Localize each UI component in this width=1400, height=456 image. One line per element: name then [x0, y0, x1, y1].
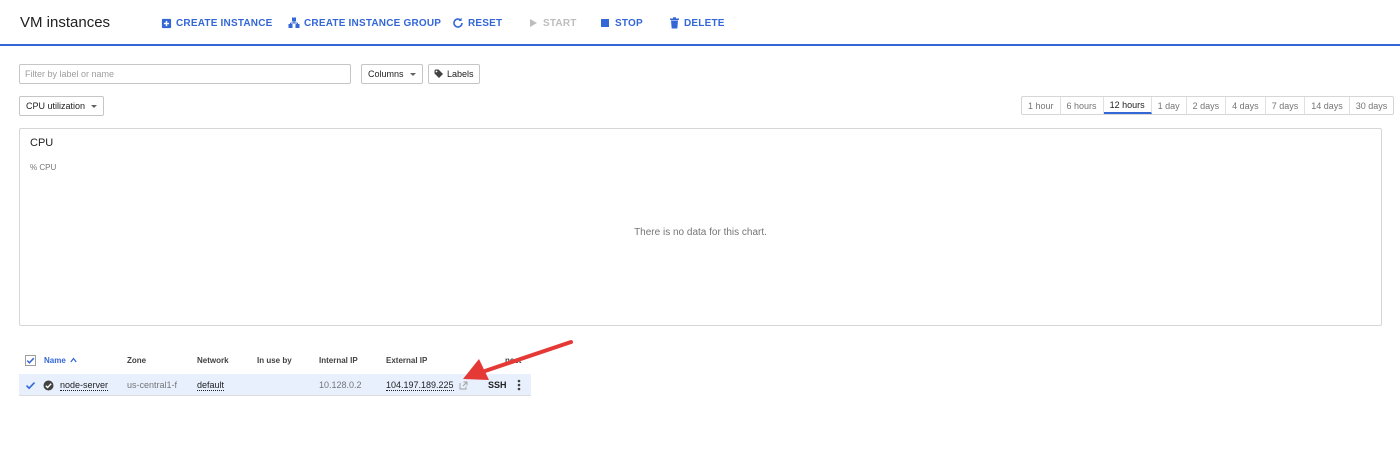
instance-group-icon [288, 17, 300, 29]
stop-label: STOP [615, 17, 643, 29]
time-range-2-days[interactable]: 2 days [1187, 97, 1227, 114]
time-range-selector: 1 hour 6 hours 12 hours 1 day 2 days 4 days 7 … [1021, 96, 1395, 115]
start-button[interactable]: START [527, 15, 577, 31]
create-instance-label: CREATE INSTANCE [176, 17, 273, 29]
metric-select-value: CPU utilization [26, 101, 86, 111]
time-range-1-hour[interactable]: 1 hour [1022, 97, 1061, 114]
refresh-icon [452, 17, 464, 29]
time-range-30-days[interactable]: 30 days [1350, 97, 1394, 114]
sort-ascending-icon [70, 356, 77, 365]
page-header: VM instances CREATE INSTANCE CREATE INST… [0, 0, 1400, 46]
instance-network-link[interactable]: default [197, 380, 225, 391]
filter-input[interactable] [19, 64, 351, 84]
time-range-4-days[interactable]: 4 days [1226, 97, 1266, 114]
create-instance-group-label: CREATE INSTANCE GROUP [304, 17, 442, 29]
column-header-name[interactable]: Name [44, 356, 77, 365]
row-checkbox[interactable] [24, 379, 36, 391]
instance-external-ip-link[interactable]: 104.197.189.225 [386, 380, 454, 391]
create-instance-button[interactable]: CREATE INSTANCE [160, 15, 273, 31]
column-header-in-use-by[interactable]: In use by [257, 356, 292, 365]
add-box-icon [160, 17, 172, 29]
annotation-arrow-icon [463, 340, 573, 380]
stop-button[interactable]: STOP [599, 15, 643, 31]
time-range-7-days[interactable]: 7 days [1266, 97, 1306, 114]
column-header-network[interactable]: Network [197, 356, 229, 365]
labels-button[interactable]: Labels [428, 64, 480, 84]
reset-label: RESET [468, 17, 503, 29]
chart-y-axis-label: % CPU [30, 163, 57, 172]
chart-empty-message: There is no data for this chart. [634, 227, 767, 238]
reset-button[interactable]: RESET [452, 15, 502, 31]
chevron-down-icon [409, 72, 416, 76]
time-range-14-days[interactable]: 14 days [1305, 97, 1350, 114]
select-all-checkbox[interactable] [24, 354, 36, 366]
time-range-6-hours[interactable]: 6 hours [1061, 97, 1104, 114]
cpu-chart-card: CPU % CPU There is no data for this char… [19, 128, 1382, 326]
create-instance-group-button[interactable]: CREATE INSTANCE GROUP [288, 15, 441, 31]
column-header-external-ip[interactable]: External IP [386, 356, 427, 365]
delete-button[interactable]: DELETE [668, 15, 725, 31]
labels-label: Labels [447, 69, 474, 79]
chevron-down-icon [91, 104, 98, 108]
trash-icon [668, 17, 680, 29]
column-header-zone[interactable]: Zone [127, 356, 146, 365]
time-range-1-day[interactable]: 1 day [1152, 97, 1187, 114]
page-title: VM instances [20, 14, 111, 31]
instance-name-link[interactable]: node-server [60, 380, 109, 391]
time-range-12-hours[interactable]: 12 hours [1103, 97, 1152, 114]
start-label: START [543, 17, 577, 29]
columns-label: Columns [368, 69, 404, 79]
metric-select[interactable]: CPU utilization [19, 96, 105, 116]
status-running-icon [42, 379, 54, 391]
instance-internal-ip: 10.128.0.2 [319, 380, 362, 390]
stop-icon [599, 17, 611, 29]
instance-zone: us-central1-f [127, 380, 178, 390]
column-header-internal-ip[interactable]: Internal IP [319, 356, 358, 365]
columns-dropdown[interactable]: Columns [361, 64, 423, 84]
delete-label: DELETE [684, 17, 725, 29]
column-header-name-label: Name [44, 356, 66, 365]
label-tag-icon [434, 69, 444, 79]
chart-title: CPU [30, 137, 54, 149]
play-icon [527, 17, 539, 29]
